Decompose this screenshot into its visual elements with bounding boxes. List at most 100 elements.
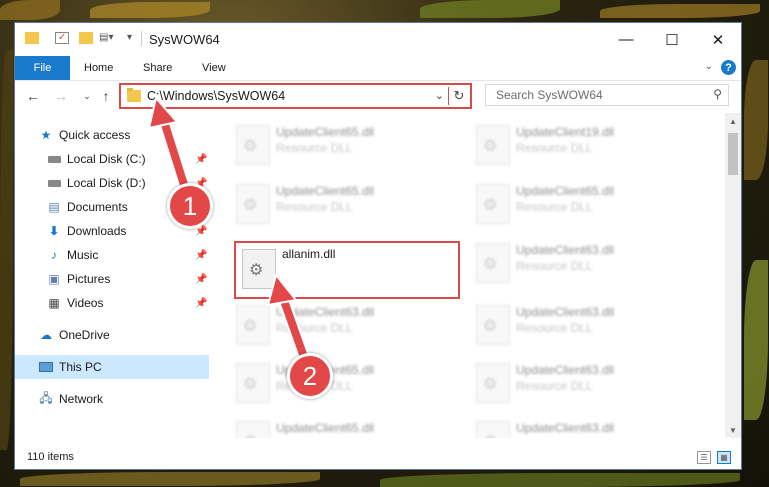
minimize-button[interactable]: — — [603, 23, 649, 56]
navigation-bar: ← → ⌄ ↑ C:\Windows\SysWOW64 ⌄ ↻ Search S… — [15, 81, 741, 113]
drive-icon — [47, 153, 61, 166]
dll-file-icon: ⚙ — [476, 421, 510, 438]
file-item[interactable]: ⚙ UpdateClient63.dll Resource DLL — [464, 415, 694, 438]
file-name: UpdateClient63.dll — [516, 305, 615, 319]
tab-view[interactable]: View — [202, 56, 226, 80]
new-folder-icon[interactable] — [79, 32, 93, 44]
file-type: Resource DLL — [516, 437, 593, 438]
drive-icon — [47, 177, 61, 190]
sidebar-item-label: Downloads — [67, 224, 127, 238]
file-item[interactable]: ⚙ UpdateClient19.dll Resource DLL — [464, 119, 694, 171]
expand-ribbon-icon[interactable]: ⌄ — [705, 61, 713, 72]
title-bar: ✓ ▤▾ ▾ SysWOW64 — ☐ ✕ — [15, 23, 741, 56]
folder-icon — [127, 88, 141, 102]
file-item[interactable]: ⚙ UpdateClient65.dll Resource DLL — [224, 119, 454, 171]
file-item[interactable]: ⚙ UpdateClient63.dll Resource DLL — [224, 299, 454, 351]
dll-file-icon: ⚙ — [476, 305, 510, 345]
vertical-scrollbar[interactable]: ▲ ▼ — [725, 113, 741, 438]
back-arrow-icon[interactable]: ← — [24, 87, 42, 105]
tiles-view-icon[interactable]: ▦ — [717, 451, 731, 464]
search-icon[interactable]: ⚲ — [713, 87, 722, 101]
sidebar-item-videos[interactable]: ▦ Videos 📌 — [15, 291, 209, 315]
file-item[interactable]: ⚙ UpdateClient63.dll Resource DLL — [464, 237, 694, 289]
scroll-thumb[interactable] — [728, 133, 738, 175]
file-item[interactable]: ⚙ UpdateClient65.dll Resource DLL — [224, 178, 454, 230]
videos-icon: ▦ — [48, 296, 60, 310]
file-item[interactable]: ⚙ UpdateClient65.dll Resource DLL — [464, 178, 694, 230]
help-icon[interactable]: ? — [721, 60, 736, 75]
file-name: UpdateClient63.dll — [516, 243, 615, 257]
dll-file-icon: ⚙ — [242, 249, 276, 289]
pictures-icon: ▣ — [48, 272, 60, 286]
file-item[interactable]: ⚙ UpdateClient65.dll Resource DLL — [224, 415, 454, 438]
scroll-up-icon[interactable]: ▲ — [725, 113, 741, 129]
forward-arrow-icon[interactable]: → — [52, 87, 70, 105]
file-item[interactable]: ⚙ UpdateClient65.dll Resource DLL — [224, 357, 454, 409]
details-view-icon[interactable]: ☰ — [697, 451, 711, 464]
dll-file-icon: ⚙ — [476, 243, 510, 283]
navigation-pane: ★ Quick access Local Disk (C:) 📌 Local D… — [15, 113, 209, 438]
refresh-icon[interactable]: ↻ — [451, 87, 467, 105]
dll-file-icon: ⚙ — [236, 184, 270, 224]
title-separator — [141, 31, 142, 46]
maximize-button[interactable]: ☐ — [649, 23, 695, 56]
dll-file-icon: ⚙ — [476, 125, 510, 165]
address-dropdown-icon[interactable]: ⌄ — [435, 89, 444, 102]
toolbar-dropdown-icon[interactable]: ▾ — [127, 32, 141, 44]
file-name: UpdateClient63.dll — [516, 421, 615, 435]
file-type: Resource DLL — [276, 200, 353, 214]
file-list: ⚙ UpdateClient65.dll Resource DLL ⚙ Upda… — [210, 113, 725, 438]
tab-home[interactable]: Home — [84, 56, 113, 80]
sidebar-item-network[interactable]: 🖧 Network — [15, 387, 209, 411]
tab-file[interactable]: File — [15, 56, 70, 80]
dll-file-icon: ⚙ — [476, 363, 510, 403]
music-icon: ♪ — [51, 248, 57, 262]
file-type: Resource DLL — [516, 379, 593, 393]
pin-icon: 📌 — [195, 153, 208, 165]
file-item-highlighted[interactable]: ⚙ allanim.dll — [234, 241, 460, 299]
sidebar-item-label: Videos — [67, 296, 104, 310]
file-name: UpdateClient63.dll — [276, 305, 375, 319]
dll-file-icon: ⚙ — [236, 305, 270, 345]
sidebar-item-music[interactable]: ♪ Music 📌 — [15, 243, 209, 267]
downloads-icon: ⬇ — [48, 224, 60, 238]
close-button[interactable]: ✕ — [695, 23, 741, 56]
address-bar[interactable]: C:\Windows\SysWOW64 ⌄ ↻ — [119, 83, 472, 109]
recent-locations-icon[interactable]: ⌄ — [78, 87, 96, 105]
scroll-down-icon[interactable]: ▼ — [725, 422, 741, 438]
properties-icon[interactable]: ✓ — [55, 32, 69, 44]
up-arrow-icon[interactable]: ↑ — [97, 87, 115, 105]
sidebar-item-this-pc[interactable]: This PC — [15, 355, 209, 379]
file-name: UpdateClient63.dll — [516, 363, 615, 377]
sidebar-item-label: Network — [59, 392, 104, 406]
sidebar-item-label: Documents — [67, 200, 128, 214]
sidebar-item-onedrive[interactable]: ☁ OneDrive — [15, 323, 209, 347]
sidebar-item-label: Local Disk (D:) — [67, 176, 146, 190]
star-icon: ★ — [40, 128, 52, 142]
file-name: UpdateClient65.dll — [276, 184, 375, 198]
file-name: UpdateClient65.dll — [276, 125, 375, 139]
ribbon-tabs: File Home Share View ⌄ ? — [15, 56, 741, 81]
file-item[interactable]: ⚙ UpdateClient63.dll Resource DLL — [464, 357, 694, 409]
file-type: Resource DLL — [516, 200, 593, 214]
tab-share[interactable]: Share — [143, 56, 172, 80]
customize-toolbar-icon[interactable]: ▤▾ — [99, 32, 121, 44]
sidebar-item-label: Quick access — [59, 128, 131, 142]
pin-icon: 📌 — [195, 273, 208, 285]
file-item[interactable]: ⚙ UpdateClient63.dll Resource DLL — [464, 299, 694, 351]
status-bar: 110 items ☰ ▦ — [15, 447, 741, 469]
dll-file-icon: ⚙ — [476, 184, 510, 224]
dll-file-icon: ⚙ — [236, 421, 270, 438]
search-input[interactable]: Search SysWOW64 ⚲ — [485, 84, 729, 106]
file-name: UpdateClient19.dll — [516, 125, 615, 139]
dll-file-icon: ⚙ — [236, 363, 270, 403]
folder-icon — [25, 32, 39, 44]
sidebar-item-quick-access[interactable]: ★ Quick access — [15, 123, 209, 147]
file-type: Resource DLL — [276, 141, 353, 155]
file-name: UpdateClient65.dll — [276, 421, 375, 435]
sidebar-item-local-disk-c[interactable]: Local Disk (C:) 📌 — [15, 147, 209, 171]
dll-file-icon: ⚙ — [236, 125, 270, 165]
sidebar-item-pictures[interactable]: ▣ Pictures 📌 — [15, 267, 209, 291]
file-type: Resource DLL — [516, 321, 593, 335]
address-path[interactable]: C:\Windows\SysWOW64 — [147, 89, 285, 103]
